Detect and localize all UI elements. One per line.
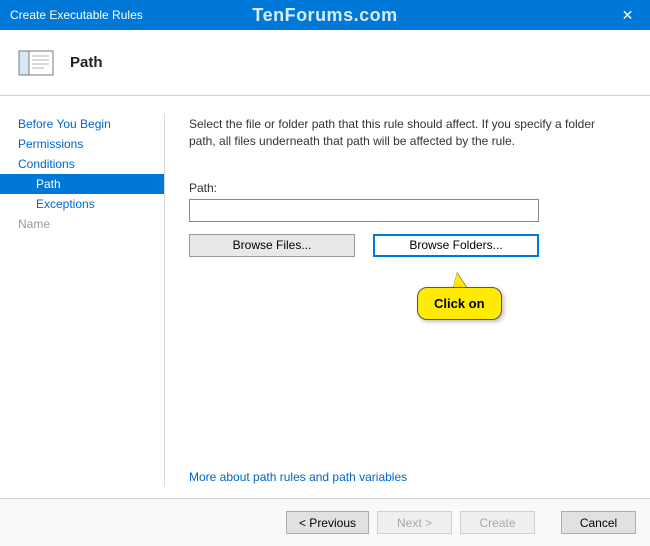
sidebar-item-conditions[interactable]: Conditions [0,154,164,174]
sidebar: Before You Begin Permissions Conditions … [0,96,164,498]
page-title: Path [70,54,103,71]
wizard-body: Before You Begin Permissions Conditions … [0,96,650,498]
previous-button[interactable]: < Previous [286,511,369,534]
browse-buttons-row: Browse Files... Browse Folders... [189,234,622,257]
browse-files-button[interactable]: Browse Files... [189,234,355,257]
instructions-text: Select the file or folder path that this… [189,116,622,151]
sidebar-item-name[interactable]: Name [0,214,164,234]
wizard-footer: < Previous Next > Create Cancel [0,498,650,546]
callout-tail-icon [453,273,467,288]
close-icon: ✕ [622,7,634,24]
cancel-button[interactable]: Cancel [561,511,636,534]
path-label: Path: [189,181,622,195]
more-about-link[interactable]: More about path rules and path variables [189,470,407,484]
window-title: Create Executable Rules [10,8,143,22]
path-input[interactable] [189,199,539,222]
sidebar-item-permissions[interactable]: Permissions [0,134,164,154]
close-button[interactable]: ✕ [605,0,650,30]
browse-folders-button[interactable]: Browse Folders... [373,234,539,257]
titlebar: Create Executable Rules TenForums.com ✕ [0,0,650,30]
sidebar-item-before-you-begin[interactable]: Before You Begin [0,114,164,134]
watermark: TenForums.com [252,5,397,26]
next-button: Next > [377,511,452,534]
wizard-icon [18,48,54,78]
sidebar-item-path[interactable]: Path [0,174,164,194]
main-panel: Select the file or folder path that this… [165,96,650,498]
callout-bubble: Click on [417,287,502,320]
create-button: Create [460,511,535,534]
sidebar-item-exceptions[interactable]: Exceptions [0,194,164,214]
wizard-header: Path [0,30,650,96]
annotation-callout: Click on [417,287,502,320]
